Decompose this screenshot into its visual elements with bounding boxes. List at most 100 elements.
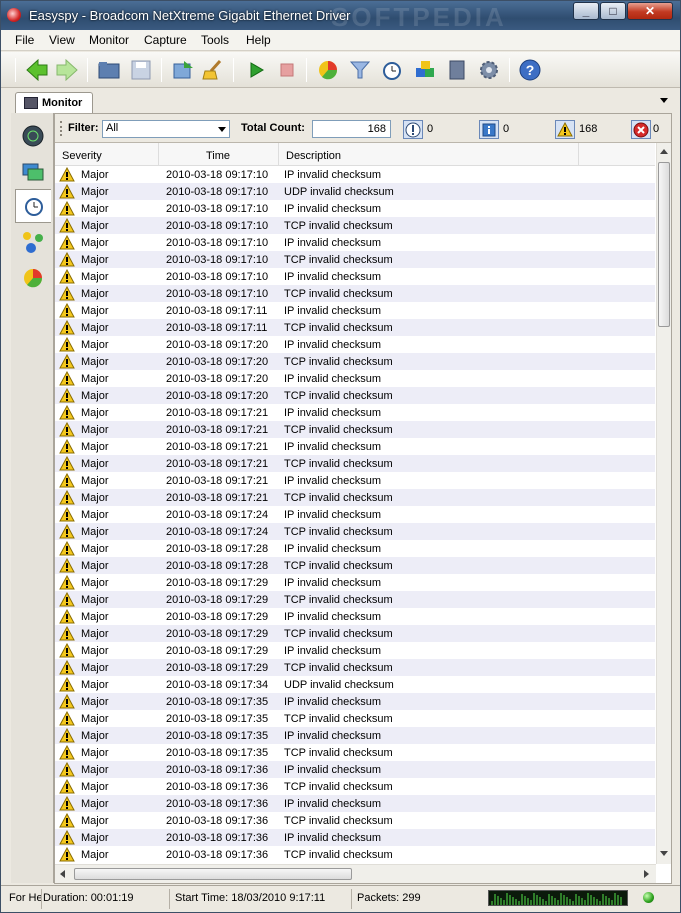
column-header-severity[interactable]: Severity	[55, 143, 159, 166]
help-button[interactable]: ?	[518, 58, 542, 82]
table-row[interactable]: Major 2010-03-18 09:17:10 TCP invalid chec…	[55, 217, 655, 234]
sidebar-statistics-button[interactable]	[15, 261, 51, 295]
table-row[interactable]: Major 2010-03-18 09:17:36 IP invalid check…	[55, 795, 655, 812]
export-button[interactable]	[171, 58, 195, 82]
table-row[interactable]: Major 2010-03-18 09:17:36 TCP invalid chec…	[55, 778, 655, 795]
table-row[interactable]: Major 2010-03-18 09:17:35 TCP invalid chec…	[55, 744, 655, 761]
scroll-down-icon[interactable]	[660, 851, 668, 856]
book-button[interactable]	[445, 58, 469, 82]
close-button[interactable]: ✕	[627, 2, 673, 20]
filter-select[interactable]: All	[102, 120, 230, 138]
cell-time: 2010-03-18 09:17:20	[166, 356, 269, 368]
table-row[interactable]: Major 2010-03-18 09:17:29 IP invalid check…	[55, 608, 655, 625]
cell-description: TCP invalid checksum	[284, 662, 393, 674]
title-bar[interactable]: Easyspy - Broadcom NetXtreme Gigabit Eth…	[1, 1, 680, 32]
table-row[interactable]: Major 2010-03-18 09:17:36 TCP invalid chec…	[55, 846, 655, 863]
sidebar-screens-button[interactable]	[15, 155, 51, 189]
info-filter-button[interactable]	[479, 120, 499, 139]
horizontal-scrollbar[interactable]	[55, 864, 656, 883]
table-row[interactable]: Major 2010-03-18 09:17:36 TCP invalid chec…	[55, 812, 655, 829]
table-row[interactable]: Major 2010-03-18 09:17:29 TCP invalid chec…	[55, 625, 655, 642]
sidebar-radar-button[interactable]	[15, 119, 51, 153]
table-row[interactable]: Major 2010-03-18 09:17:28 IP invalid check…	[55, 540, 655, 557]
table-row[interactable]: Major 2010-03-18 09:17:35 TCP invalid chec…	[55, 710, 655, 727]
table-row[interactable]: Major 2010-03-18 09:17:11 IP invalid check…	[55, 302, 655, 319]
cell-severity: Major	[81, 458, 109, 470]
table-row[interactable]: Major 2010-03-18 09:17:36 IP invalid check…	[55, 829, 655, 846]
table-row[interactable]: Major 2010-03-18 09:17:10 IP invalid check…	[55, 234, 655, 251]
table-row[interactable]: Major 2010-03-18 09:17:24 IP invalid check…	[55, 506, 655, 523]
start-capture-button[interactable]	[244, 58, 268, 82]
exclamation-filter-button[interactable]	[403, 120, 423, 139]
table-row[interactable]: Major 2010-03-18 09:17:35 IP invalid check…	[55, 693, 655, 710]
table-row[interactable]: Major 2010-03-18 09:17:10 IP invalid check…	[55, 268, 655, 285]
table-row[interactable]: Major 2010-03-18 09:17:20 IP invalid check…	[55, 370, 655, 387]
menu-tools[interactable]: Tools	[201, 33, 229, 47]
error-filter-button[interactable]	[631, 120, 651, 139]
forward-button[interactable]	[55, 58, 79, 82]
table-row[interactable]: Major 2010-03-18 09:17:10 IP invalid check…	[55, 200, 655, 217]
table-row[interactable]: Major 2010-03-18 09:17:21 TCP invalid chec…	[55, 489, 655, 506]
column-header-time[interactable]: Time	[159, 143, 279, 166]
cell-severity: Major	[81, 186, 109, 198]
table-row[interactable]: Major 2010-03-18 09:17:11 TCP invalid chec…	[55, 319, 655, 336]
filter-button[interactable]	[348, 58, 372, 82]
minimize-button[interactable]: _	[573, 2, 599, 20]
warning-filter-button[interactable]	[555, 120, 575, 139]
table-row[interactable]: Major 2010-03-18 09:17:29 IP invalid check…	[55, 574, 655, 591]
table-row[interactable]: Major 2010-03-18 09:17:20 TCP invalid chec…	[55, 353, 655, 370]
sidebar-alarm-button[interactable]	[15, 189, 51, 223]
scroll-left-icon[interactable]	[60, 870, 65, 878]
table-row[interactable]: Major 2010-03-18 09:17:29 TCP invalid chec…	[55, 659, 655, 676]
vertical-scroll-thumb[interactable]	[658, 162, 670, 327]
menu-view[interactable]: View	[49, 33, 75, 47]
save-button[interactable]	[129, 58, 153, 82]
column-header-description[interactable]: Description	[279, 143, 579, 166]
tab-list-dropdown-icon[interactable]	[660, 98, 668, 103]
stop-capture-button[interactable]	[275, 58, 299, 82]
scroll-up-icon[interactable]	[660, 149, 668, 154]
table-row[interactable]: Major 2010-03-18 09:17:20 IP invalid check…	[55, 336, 655, 353]
table-row[interactable]: Major 2010-03-18 09:17:21 TCP invalid chec…	[55, 421, 655, 438]
back-button[interactable]	[25, 58, 49, 82]
app-icon[interactable]	[7, 8, 21, 22]
horizontal-scroll-thumb[interactable]	[74, 868, 352, 880]
stop-icon	[280, 63, 294, 77]
table-row[interactable]: Major 2010-03-18 09:17:21 TCP invalid chec…	[55, 455, 655, 472]
tab-monitor[interactable]: Monitor	[15, 92, 93, 113]
scroll-right-icon[interactable]	[644, 870, 649, 878]
table-row[interactable]: Major 2010-03-18 09:17:10 TCP invalid chec…	[55, 285, 655, 302]
table-row[interactable]: Major 2010-03-18 09:17:21 IP invalid check…	[55, 404, 655, 421]
table-row[interactable]: Major 2010-03-18 09:17:34 UDP invalid chec…	[55, 676, 655, 693]
settings-button[interactable]	[477, 58, 501, 82]
table-row[interactable]: Major 2010-03-18 09:17:10 IP invalid check…	[55, 166, 655, 183]
table-row[interactable]: Major 2010-03-18 09:17:28 TCP invalid chec…	[55, 557, 655, 574]
statistics-button[interactable]	[316, 58, 340, 82]
alarm-button[interactable]	[380, 58, 404, 82]
table-row[interactable]: Major 2010-03-18 09:17:21 IP invalid check…	[55, 472, 655, 489]
open-button[interactable]	[97, 58, 121, 82]
traffic-meter-bar	[620, 897, 622, 905]
cell-severity: Major	[81, 662, 109, 674]
table-row[interactable]: Major 2010-03-18 09:17:29 TCP invalid chec…	[55, 591, 655, 608]
menu-monitor[interactable]: Monitor	[89, 33, 129, 47]
vertical-scrollbar[interactable]	[656, 143, 671, 864]
warning-icon	[59, 694, 75, 709]
menu-help[interactable]: Help	[246, 33, 271, 47]
table-row[interactable]: Major 2010-03-18 09:17:20 TCP invalid chec…	[55, 387, 655, 404]
table-row[interactable]: Major 2010-03-18 09:17:24 TCP invalid chec…	[55, 523, 655, 540]
menu-capture[interactable]: Capture	[144, 33, 187, 47]
maximize-button[interactable]: □	[600, 2, 626, 20]
menu-file[interactable]: File	[15, 33, 34, 47]
table-row[interactable]: Major 2010-03-18 09:17:10 TCP invalid chec…	[55, 251, 655, 268]
cell-severity: Major	[81, 441, 109, 453]
table-row[interactable]: Major 2010-03-18 09:17:35 IP invalid check…	[55, 727, 655, 744]
table-row[interactable]: Major 2010-03-18 09:17:21 IP invalid check…	[55, 438, 655, 455]
monitor-tab-icon	[24, 97, 38, 109]
table-row[interactable]: Major 2010-03-18 09:17:36 IP invalid check…	[55, 761, 655, 778]
table-row[interactable]: Major 2010-03-18 09:17:10 UDP invalid chec…	[55, 183, 655, 200]
modules-button[interactable]	[413, 58, 437, 82]
clear-button[interactable]	[201, 58, 225, 82]
sidebar-nodes-button[interactable]	[15, 225, 51, 259]
table-row[interactable]: Major 2010-03-18 09:17:29 IP invalid check…	[55, 642, 655, 659]
